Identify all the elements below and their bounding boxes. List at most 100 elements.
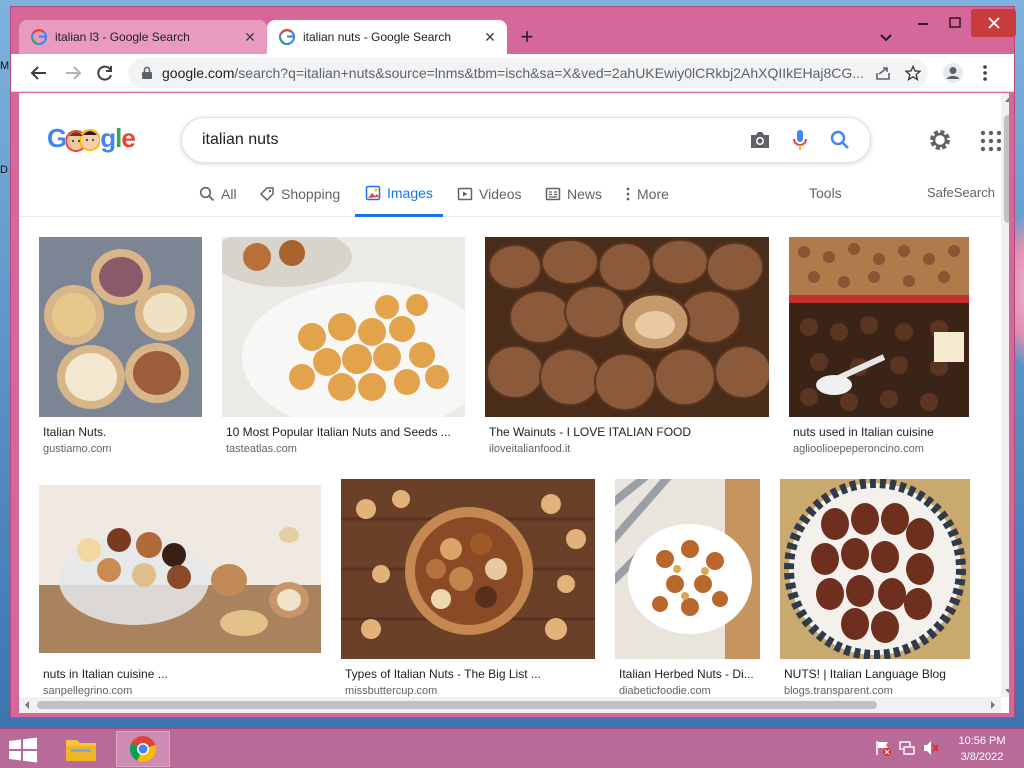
gear-icon[interactable] xyxy=(927,127,953,153)
close-window-button[interactable] xyxy=(971,9,1016,37)
search-input[interactable]: italian nuts xyxy=(182,131,740,149)
image-result[interactable]: Italian Nuts. gustiamo.com xyxy=(39,237,202,459)
close-icon xyxy=(987,17,1000,29)
nut-bowls-image xyxy=(39,237,202,417)
result-source[interactable]: gustiamo.com xyxy=(43,443,111,455)
chevron-right-icon[interactable] xyxy=(987,697,999,713)
result-thumbnail[interactable] xyxy=(780,479,970,659)
url-text: google.com/search?q=italian+nuts&source=… xyxy=(162,65,868,81)
new-tab-button[interactable]: + xyxy=(515,24,539,49)
chevron-up-icon[interactable] xyxy=(1001,94,1009,106)
result-thumbnail[interactable] xyxy=(39,485,321,653)
result-thumbnail[interactable] xyxy=(485,237,769,417)
chevron-left-icon[interactable] xyxy=(21,697,33,713)
safesearch-button[interactable]: SafeSearch xyxy=(927,185,995,200)
tab-more[interactable]: More xyxy=(625,171,669,217)
scrollbar-thumb[interactable] xyxy=(37,701,877,709)
image-result[interactable]: nuts in Italian cuisine ... sanpellegrin… xyxy=(39,479,321,701)
tab-italian-l3[interactable]: italian l3 - Google Search ✕ xyxy=(19,20,267,54)
forward-button[interactable] xyxy=(59,59,87,87)
tab-all[interactable]: All xyxy=(199,171,237,217)
tab-news[interactable]: News xyxy=(545,171,602,217)
tab-italian-nuts[interactable]: italian nuts - Google Search ✕ xyxy=(267,20,507,54)
result-thumbnail[interactable] xyxy=(615,479,760,659)
share-icon xyxy=(876,67,890,80)
tab-images[interactable]: Images xyxy=(355,171,443,217)
chestnuts-plate-image xyxy=(780,479,970,659)
address-bar[interactable]: google.com/search?q=italian+nuts&source=… xyxy=(128,58,928,88)
image-search-button[interactable] xyxy=(740,120,780,160)
result-title[interactable]: NUTS! | Italian Language Blog xyxy=(784,667,946,681)
image-result[interactable]: NUTS! | Italian Language Blog blogs.tran… xyxy=(780,479,970,701)
result-source[interactable]: blogs.transparent.com xyxy=(784,685,893,697)
vertical-scrollbar[interactable] xyxy=(1001,93,1009,697)
result-source[interactable]: sanpellegrino.com xyxy=(43,685,132,697)
tab-shopping[interactable]: Shopping xyxy=(259,171,340,217)
windows-start-icon[interactable] xyxy=(8,737,38,763)
nuts-glass-bowl-image xyxy=(39,485,321,653)
result-source[interactable]: diabeticfoodie.com xyxy=(619,685,711,697)
reload-icon xyxy=(97,65,112,81)
profile-button[interactable] xyxy=(939,59,967,87)
share-button[interactable] xyxy=(868,59,898,87)
result-title[interactable]: nuts used in Italian cuisine xyxy=(793,425,934,439)
voice-search-button[interactable] xyxy=(780,120,820,160)
tag-icon xyxy=(259,187,274,202)
network-icon[interactable] xyxy=(898,739,916,757)
result-title[interactable]: Italian Herbed Nuts - Di... xyxy=(619,667,754,681)
image-result[interactable]: The Wainuts - I LOVE ITALIAN FOOD ilovei… xyxy=(485,237,769,459)
close-icon[interactable]: ✕ xyxy=(241,28,259,46)
minimize-icon xyxy=(918,23,928,25)
result-source[interactable]: iloveitalianfood.it xyxy=(489,443,570,455)
result-title[interactable]: nuts in Italian cuisine ... xyxy=(43,667,168,681)
result-thumbnail[interactable] xyxy=(222,237,465,417)
tab-videos[interactable]: Videos xyxy=(457,171,522,217)
result-thumbnail[interactable] xyxy=(39,237,202,417)
result-source[interactable]: tasteatlas.com xyxy=(226,443,297,455)
browser-window: italian l3 - Google Search ✕ italian nut… xyxy=(10,6,1016,718)
arrow-left-icon xyxy=(30,66,46,80)
news-icon xyxy=(545,187,561,201)
result-thumbnail[interactable] xyxy=(789,237,969,417)
minimize-button[interactable] xyxy=(907,9,939,37)
search-button[interactable] xyxy=(820,120,860,160)
taskbar-chrome[interactable] xyxy=(116,731,170,767)
search-icon xyxy=(830,130,849,149)
reload-button[interactable] xyxy=(91,59,119,87)
apps-grid-icon[interactable] xyxy=(979,129,1003,153)
chevron-down-icon[interactable] xyxy=(1001,685,1009,697)
result-title[interactable]: The Wainuts - I LOVE ITALIAN FOOD xyxy=(489,425,691,439)
avatar-icon xyxy=(943,63,963,83)
doodle-faces-icon xyxy=(65,129,102,153)
google-favicon-icon xyxy=(31,29,47,45)
image-result[interactable]: nuts used in Italian cuisine aglioolioep… xyxy=(789,237,969,459)
bookmark-button[interactable] xyxy=(898,59,928,87)
google-doodle-logo[interactable]: G gle xyxy=(47,123,136,155)
result-source[interactable]: missbuttercup.com xyxy=(345,685,437,697)
url-path: /search?q=italian+nuts&source=lnms&tbm=i… xyxy=(234,65,864,81)
horizontal-scrollbar[interactable] xyxy=(19,697,1001,713)
menu-button[interactable] xyxy=(971,59,999,87)
back-button[interactable] xyxy=(25,59,53,87)
result-title[interactable]: Italian Nuts. xyxy=(43,425,106,439)
taskbar-file-explorer[interactable] xyxy=(54,731,108,767)
image-result[interactable]: 10 Most Popular Italian Nuts and Seeds .… xyxy=(222,237,465,459)
result-title[interactable]: 10 Most Popular Italian Nuts and Seeds .… xyxy=(226,425,451,439)
result-thumbnail[interactable] xyxy=(341,479,595,659)
tab-label: Shopping xyxy=(281,186,341,202)
close-icon[interactable]: ✕ xyxy=(481,28,499,46)
maximize-button[interactable] xyxy=(939,9,971,37)
result-title[interactable]: Types of Italian Nuts - The Big List ... xyxy=(345,667,541,681)
chevron-down-icon[interactable] xyxy=(875,27,897,49)
tools-button[interactable]: Tools xyxy=(809,185,842,201)
result-source[interactable]: aglioolioepeperoncino.com xyxy=(793,443,924,455)
volume-muted-icon[interactable] xyxy=(922,739,940,757)
search-box[interactable]: italian nuts xyxy=(181,117,871,163)
walnuts-image xyxy=(485,237,769,417)
system-clock[interactable]: 10:56 PM 3/8/2022 xyxy=(950,733,1014,765)
image-result[interactable]: Italian Herbed Nuts - Di... diabeticfood… xyxy=(615,479,760,701)
mixed-nuts-bowl-image xyxy=(341,479,595,659)
image-result[interactable]: Types of Italian Nuts - The Big List ...… xyxy=(341,479,595,701)
scrollbar-thumb[interactable] xyxy=(1004,115,1009,223)
flag-icon[interactable] xyxy=(874,739,892,757)
